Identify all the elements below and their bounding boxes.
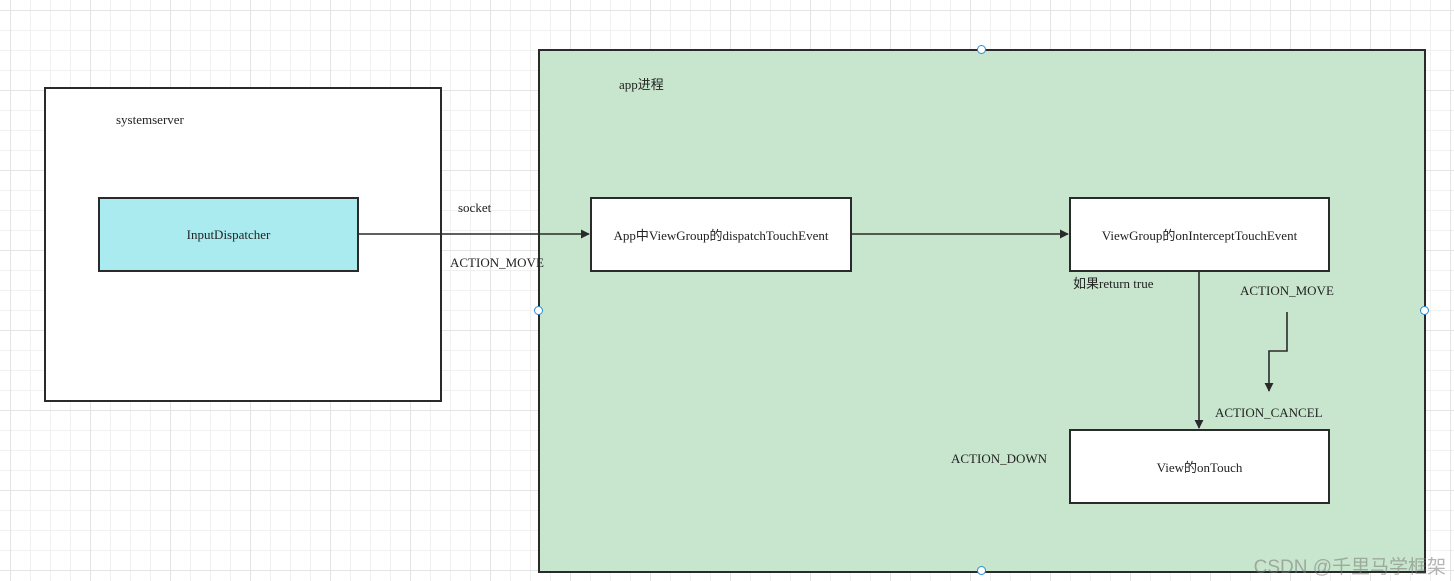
action-down-label: ACTION_DOWN [951,451,1048,466]
action-cancel-label: ACTION_CANCEL [1215,405,1323,420]
action-move-label-2: ACTION_MOVE [1240,283,1334,298]
csdn-watermark: CSDN @千里马学框架 [1253,557,1446,578]
return-true-label: 如果return true [1073,276,1154,291]
arrow-action-move-to-cancel [1264,312,1288,392]
connector-layer [359,229,1288,429]
socket-label: socket [458,200,492,215]
action-move-label-1: ACTION_MOVE [450,255,544,270]
